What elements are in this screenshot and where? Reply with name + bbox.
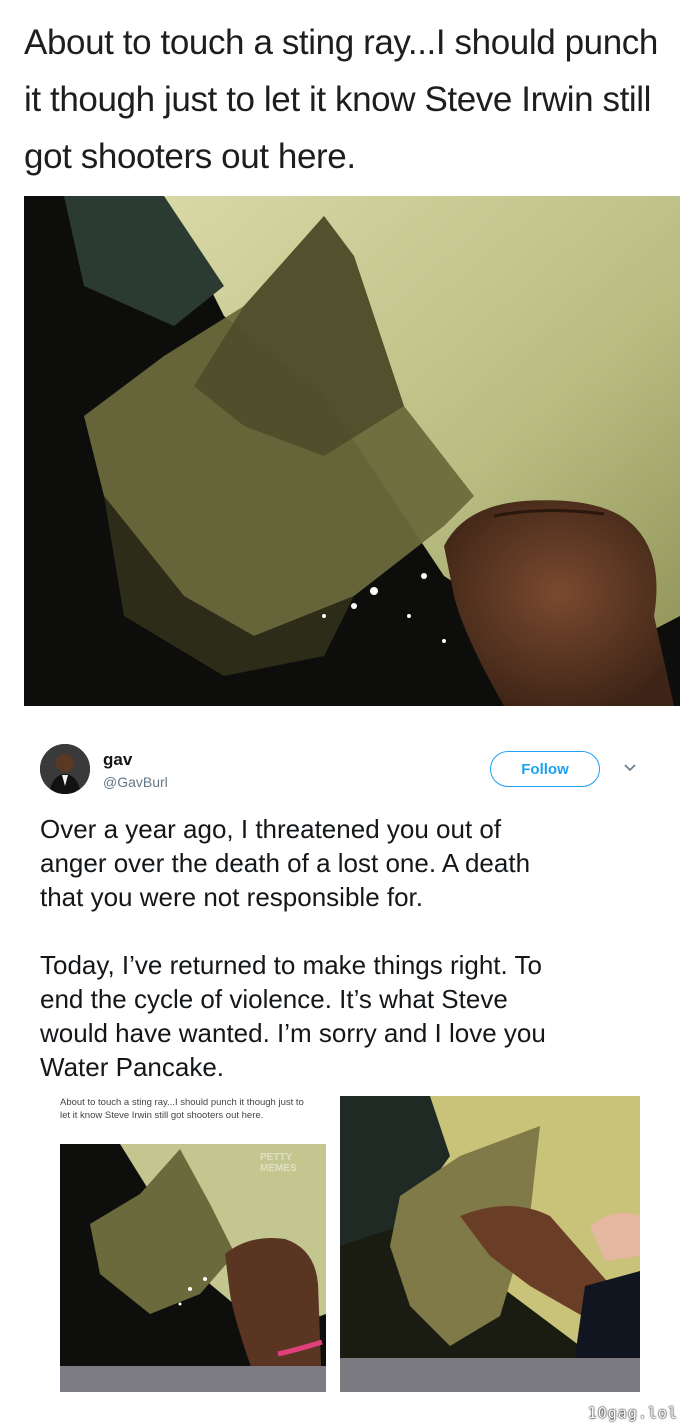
embedded-photo-illustration [60, 1144, 326, 1392]
chevron-down-icon[interactable] [622, 760, 638, 776]
display-name[interactable]: gav [103, 750, 132, 770]
original-post-caption: About to touch a sting ray...I should pu… [24, 23, 658, 176]
embedded-stingray-photo: PETTY MEMES [60, 1144, 326, 1392]
tweet-body: Over a year ago, I threatened you out of… [40, 812, 640, 1118]
avatar-image [40, 744, 90, 794]
embedded-watermark: PETTY MEMES [260, 1152, 297, 1174]
stingray-photo-illustration [24, 196, 680, 706]
user-handle[interactable]: @GavBurl [103, 774, 168, 790]
tweet-paragraph-1: Over a year ago, I threatened you out of… [40, 814, 531, 912]
follow-button[interactable]: Follow [490, 751, 600, 787]
tweet-paragraph-2: Today, I’ve returned to make things righ… [40, 950, 546, 1082]
stingray-fist-photo [24, 196, 680, 706]
tweet-media-photo[interactable] [340, 1096, 640, 1392]
tweet-header: gav @GavBurl Follow [40, 744, 660, 798]
hand-on-stingray-photo [340, 1096, 640, 1392]
embedded-post-caption: About to touch a sting ray...I should pu… [60, 1097, 304, 1121]
tweet-media-screenshot[interactable]: About to touch a sting ray...I should pu… [60, 1096, 326, 1392]
avatar[interactable] [40, 744, 90, 794]
site-watermark: 10gag.lol [587, 1404, 678, 1422]
